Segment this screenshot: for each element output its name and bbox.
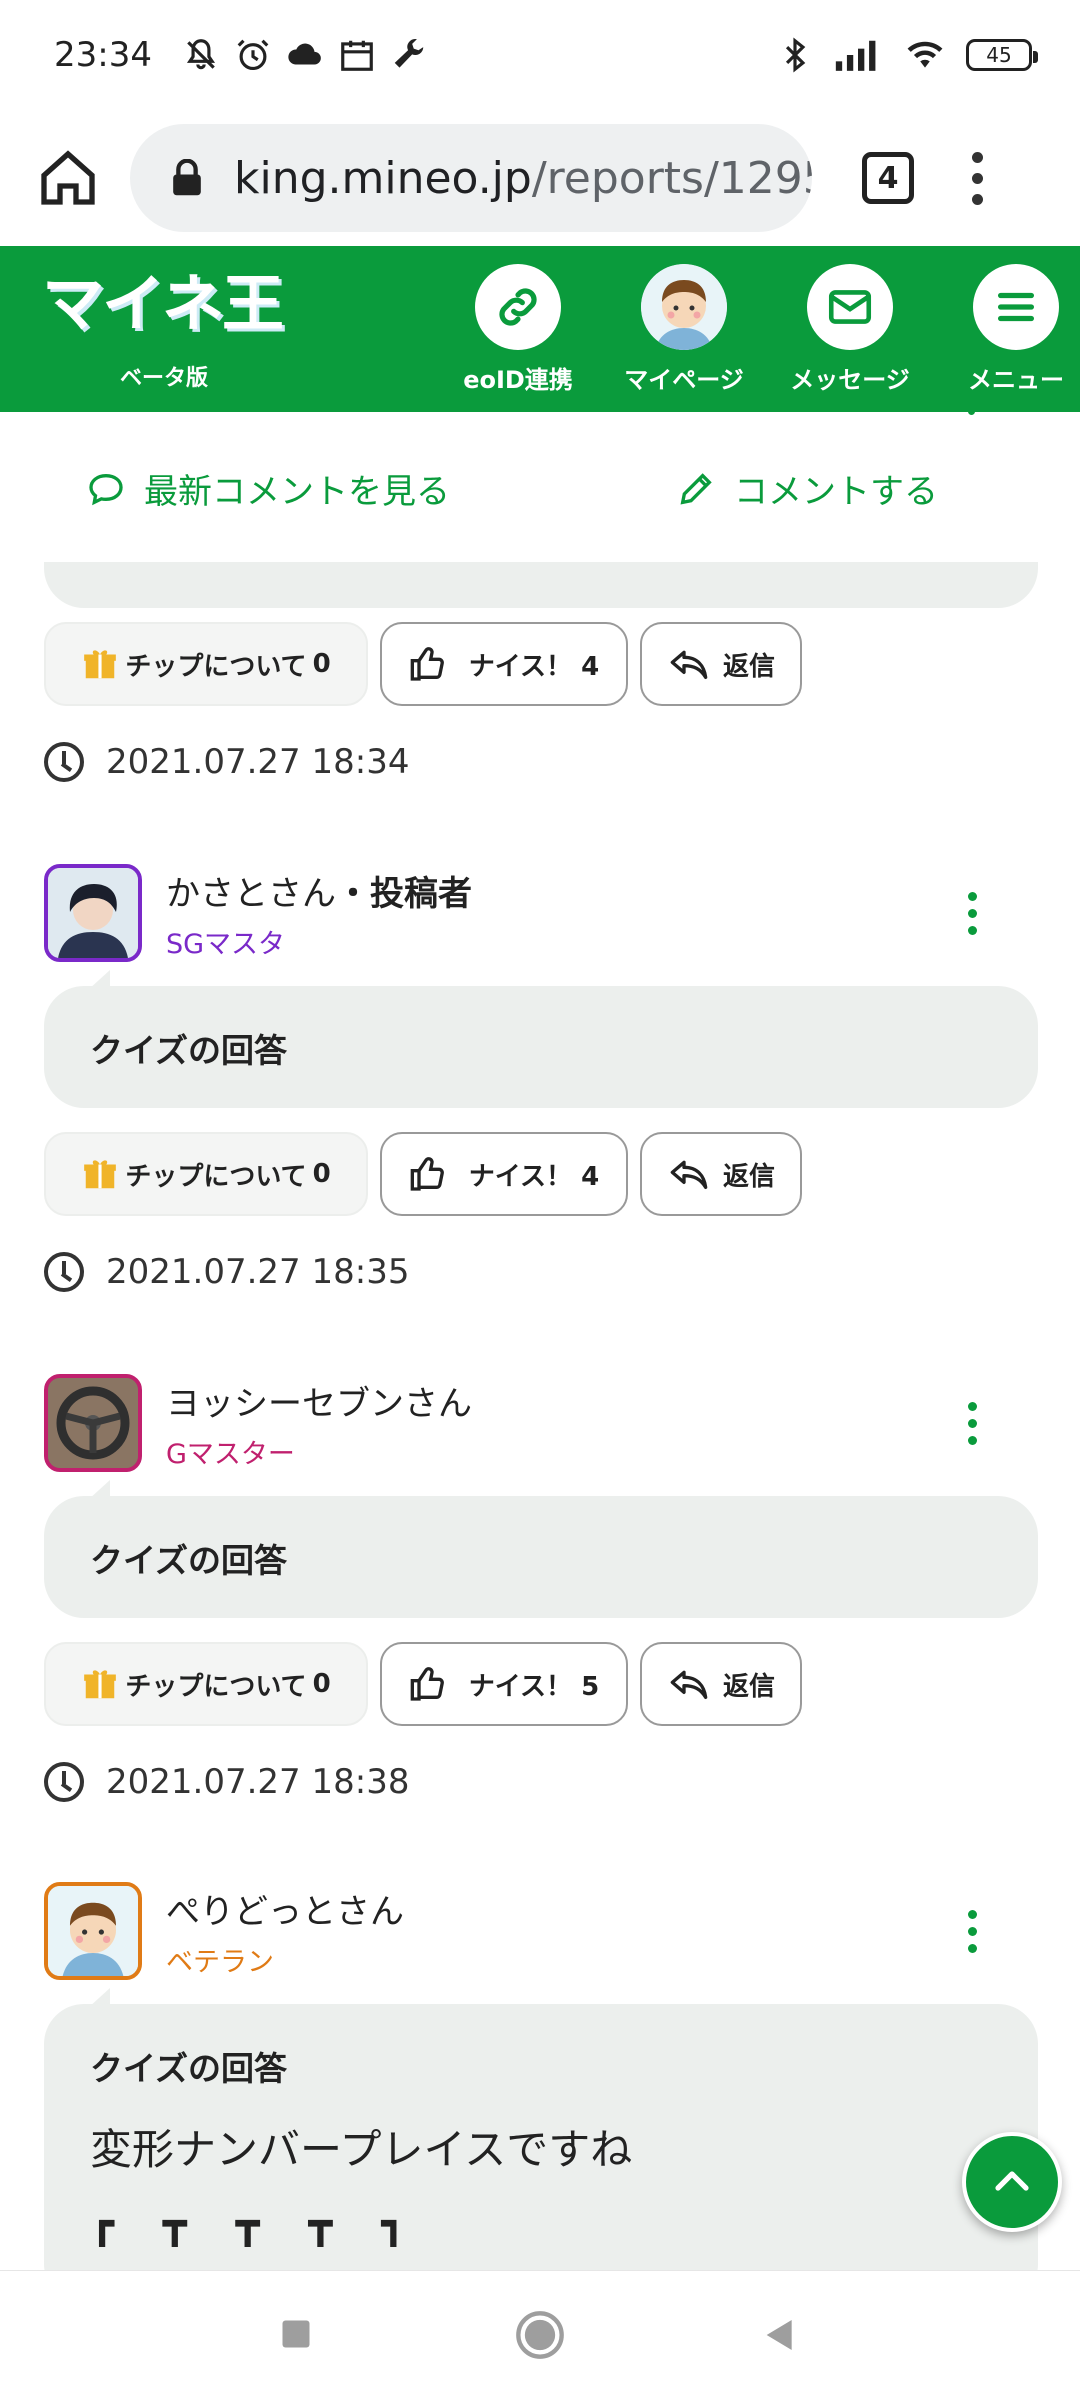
nice-button[interactable]: ナイス！ 4 — [380, 1132, 628, 1216]
link-icon — [499, 288, 537, 326]
reply-icon — [670, 1670, 708, 1699]
author-name[interactable]: ヨッシーセブンさん — [166, 1376, 472, 1425]
previous-comment-bubble — [44, 562, 1038, 608]
nice-button[interactable]: ナイス！ 5 — [380, 1642, 628, 1726]
bluetooth-icon — [785, 37, 806, 73]
nice-button[interactable]: ナイス！ 4 — [380, 622, 628, 706]
reply-button[interactable]: 返信 — [640, 1642, 802, 1726]
hamburger-icon — [997, 292, 1035, 322]
nav-eoid[interactable]: eoID連携 — [435, 246, 601, 412]
post-menu-icon[interactable] — [968, 892, 980, 935]
author-rank: ベテラン — [166, 1947, 274, 1978]
comment-body: クイズの回答 変形ナンバープレイスですね ┏ ┳ ┳ ┳ ┓ — [44, 2004, 1038, 2270]
timestamp: 2021.07.27 18:38 — [44, 1762, 409, 1802]
reply-icon — [670, 1160, 708, 1189]
avatar — [641, 264, 727, 350]
site-header: マイネ王 ベータ版 eoID連携 マイページ メッセージ メニュー — [0, 246, 1080, 412]
lock-icon — [173, 159, 201, 196]
comment-body: クイズの回答 — [44, 986, 1038, 1108]
mute-icon — [186, 39, 216, 70]
comment-icon — [89, 473, 123, 505]
pencil-icon — [680, 472, 712, 504]
status-bar: 23:34 45 — [0, 0, 1080, 110]
author-rank: Gマスター — [166, 1439, 295, 1470]
home-icon[interactable] — [36, 146, 100, 210]
latest-comments-link[interactable]: 最新コメントを見る — [86, 464, 450, 513]
author-name[interactable]: ぺりどっとさん — [166, 1884, 404, 1933]
site-logo[interactable]: マイネ王 ベータ版 — [42, 264, 284, 394]
alarm-icon — [237, 39, 269, 71]
logo-beta: ベータ版 — [120, 366, 209, 391]
mail-icon — [828, 290, 872, 324]
calendar-icon — [341, 40, 373, 71]
clock-icon — [44, 1762, 84, 1802]
thumbs-up-icon — [410, 647, 444, 681]
gift-icon — [84, 1670, 117, 1699]
avatar[interactable] — [44, 1374, 142, 1472]
thumbs-up-icon — [410, 1157, 444, 1191]
tip-button[interactable]: チップについて 0 — [44, 622, 368, 706]
comment-thread: 最新コメントを見る コメントする チップについて 0 ナイス！ 4 返信 2021… — [0, 412, 1080, 2270]
comment-text: 変形ナンバープレイスですね — [90, 2125, 633, 2174]
cloud-icon — [288, 43, 321, 65]
browser-toolbar: king.mineo.jp/reports/12953 4 — [0, 110, 1080, 246]
url-path: /reports/12953 — [531, 152, 812, 204]
tip-button[interactable]: チップについて 0 — [44, 1132, 368, 1216]
wrench-icon — [394, 38, 424, 68]
comment-body: クイズの回答 — [44, 1496, 1038, 1618]
timestamp: 2021.07.27 18:34 — [44, 742, 409, 782]
comment-grid-line: ┏ ┳ ┳ ┳ ┓ — [90, 2201, 424, 2247]
tab-switcher-button[interactable]: 4 — [862, 152, 914, 204]
top-actions: 最新コメントを見る コメントする — [0, 412, 1080, 562]
avatar[interactable] — [44, 1882, 142, 1980]
author-name[interactable]: かさとさん・投稿者 — [166, 866, 472, 915]
chevron-up-icon — [995, 2171, 1029, 2191]
wifi-icon — [907, 41, 943, 68]
url-host: king.mineo.jp — [234, 152, 532, 204]
recents-icon[interactable] — [278, 2316, 314, 2352]
nav-messages[interactable]: メッセージ — [767, 246, 933, 412]
clock-icon — [44, 742, 84, 782]
avatar[interactable] — [44, 864, 142, 962]
nav-menu[interactable]: メニュー — [933, 246, 1080, 412]
action-row: チップについて 0 ナイス！ 5 返信 — [44, 1642, 802, 1726]
home-nav-icon[interactable] — [514, 2309, 566, 2361]
reply-button[interactable]: 返信 — [640, 622, 802, 706]
gift-icon — [84, 1160, 117, 1189]
reply-icon — [670, 650, 708, 679]
gift-icon — [84, 650, 117, 679]
system-navigation-bar — [0, 2270, 1080, 2400]
nav-mypage[interactable]: マイページ — [601, 246, 767, 412]
author-rank: SGマスタ — [166, 929, 286, 960]
post-menu-icon[interactable] — [968, 1910, 980, 1953]
status-time: 23:34 — [54, 35, 152, 75]
tip-button[interactable]: チップについて 0 — [44, 1642, 368, 1726]
clock-icon — [44, 1252, 84, 1292]
action-row: チップについて 0 ナイス！ 4 返信 — [44, 622, 802, 706]
browser-menu-icon[interactable] — [972, 151, 986, 205]
scroll-top-button[interactable] — [962, 2132, 1062, 2232]
address-bar[interactable]: king.mineo.jp/reports/12953 — [130, 124, 812, 232]
logo-text: マイネ王 — [42, 267, 284, 340]
signal-icon — [835, 40, 876, 71]
timestamp: 2021.07.27 18:35 — [44, 1252, 409, 1292]
reply-button[interactable]: 返信 — [640, 1132, 802, 1216]
back-icon[interactable] — [760, 2315, 800, 2355]
thumbs-up-icon — [410, 1667, 444, 1701]
action-row: チップについて 0 ナイス！ 4 返信 — [44, 1132, 802, 1216]
post-menu-icon[interactable] — [968, 1402, 980, 1445]
write-comment-link[interactable]: コメントする — [676, 464, 938, 513]
battery-indicator: 45 — [966, 39, 1038, 71]
